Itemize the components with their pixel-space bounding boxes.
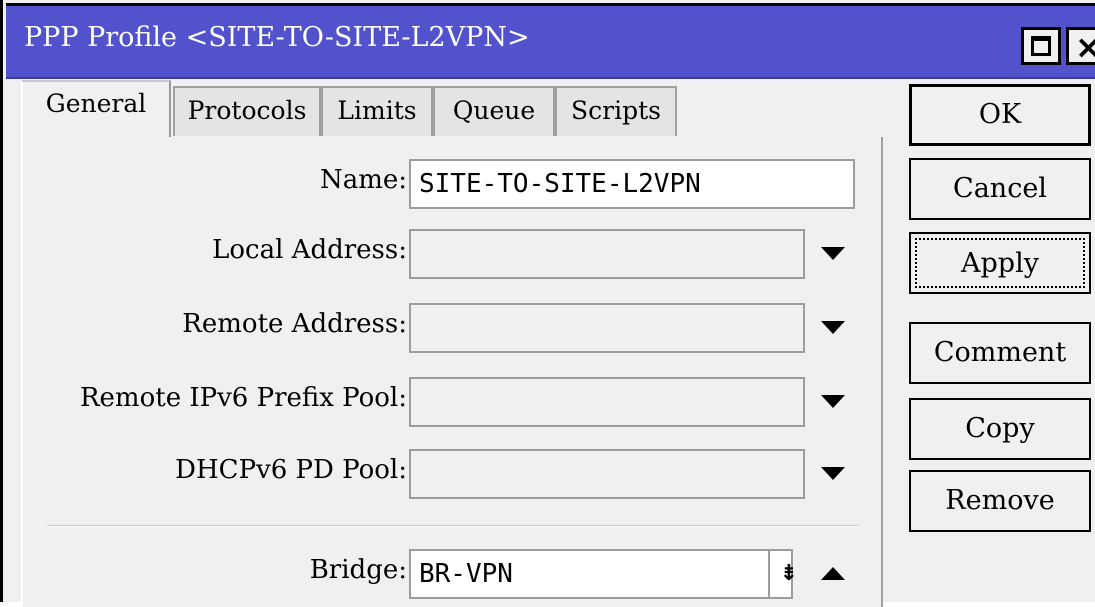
comment-button[interactable]: Comment xyxy=(909,322,1091,384)
tab-general[interactable]: General xyxy=(21,80,171,138)
close-button[interactable]: × xyxy=(1066,27,1095,66)
remote-ipv6-prefix-pool-row: Remote IPv6 Prefix Pool: xyxy=(23,377,885,429)
bridge-collapse-icon[interactable] xyxy=(821,567,845,580)
bridge-pick-icon[interactable]: ⇟ xyxy=(768,551,808,597)
apply-button-label: Apply xyxy=(915,238,1085,288)
bridge-input[interactable]: BR-VPN xyxy=(409,549,793,599)
cancel-button[interactable]: Cancel xyxy=(909,158,1091,220)
apply-button[interactable]: Apply xyxy=(909,232,1091,294)
dhcpv6-pd-pool-row: DHCPv6 PD Pool: xyxy=(23,449,885,501)
general-tab-panel: Name: SITE-TO-SITE-L2VPN Local Address: … xyxy=(21,137,883,607)
local-address-row: Local Address: xyxy=(23,229,885,281)
remote-ipv6-prefix-pool-input[interactable] xyxy=(409,377,805,427)
name-label: Name: xyxy=(319,165,407,195)
local-address-dropdown-icon[interactable] xyxy=(821,247,845,260)
copy-button[interactable]: Copy xyxy=(909,398,1091,460)
local-address-input[interactable] xyxy=(409,229,805,279)
ppp-profile-window: PPP Profile <SITE-TO-SITE-L2VPN> × Gener… xyxy=(0,0,1095,607)
ok-button[interactable]: OK xyxy=(909,84,1091,146)
tab-protocols[interactable]: Protocols xyxy=(173,86,321,136)
dhcpv6-pd-pool-input[interactable] xyxy=(409,449,805,499)
close-icon: × xyxy=(1075,28,1095,66)
tab-queue[interactable]: Queue xyxy=(433,86,555,136)
remote-address-label: Remote Address: xyxy=(182,309,407,339)
bridge-value: BR-VPN xyxy=(419,559,513,589)
dhcpv6-pd-pool-label: DHCPv6 PD Pool: xyxy=(175,455,407,485)
window-title: PPP Profile <SITE-TO-SITE-L2VPN> xyxy=(24,22,530,53)
remote-ipv6-prefix-pool-label: Remote IPv6 Prefix Pool: xyxy=(79,383,407,413)
remote-ipv6-prefix-pool-dropdown-icon[interactable] xyxy=(821,395,845,408)
local-address-label: Local Address: xyxy=(212,235,407,265)
tab-scripts[interactable]: Scripts xyxy=(555,86,677,136)
remote-address-row: Remote Address: xyxy=(23,303,885,355)
name-row: Name: SITE-TO-SITE-L2VPN xyxy=(23,159,885,211)
name-input[interactable]: SITE-TO-SITE-L2VPN xyxy=(409,159,855,209)
remote-address-input[interactable] xyxy=(409,303,805,353)
section-divider xyxy=(47,525,859,527)
remove-button[interactable]: Remove xyxy=(909,470,1091,532)
dhcpv6-pd-pool-dropdown-icon[interactable] xyxy=(821,467,845,480)
maximize-icon xyxy=(1031,36,1051,56)
bridge-row: Bridge: BR-VPN ⇟ xyxy=(23,549,885,601)
remote-address-dropdown-icon[interactable] xyxy=(821,321,845,334)
maximize-button[interactable] xyxy=(1021,27,1061,65)
title-bar[interactable]: PPP Profile <SITE-TO-SITE-L2VPN> × xyxy=(6,3,1095,79)
tab-limits[interactable]: Limits xyxy=(321,86,433,136)
bridge-label: Bridge: xyxy=(309,555,407,585)
